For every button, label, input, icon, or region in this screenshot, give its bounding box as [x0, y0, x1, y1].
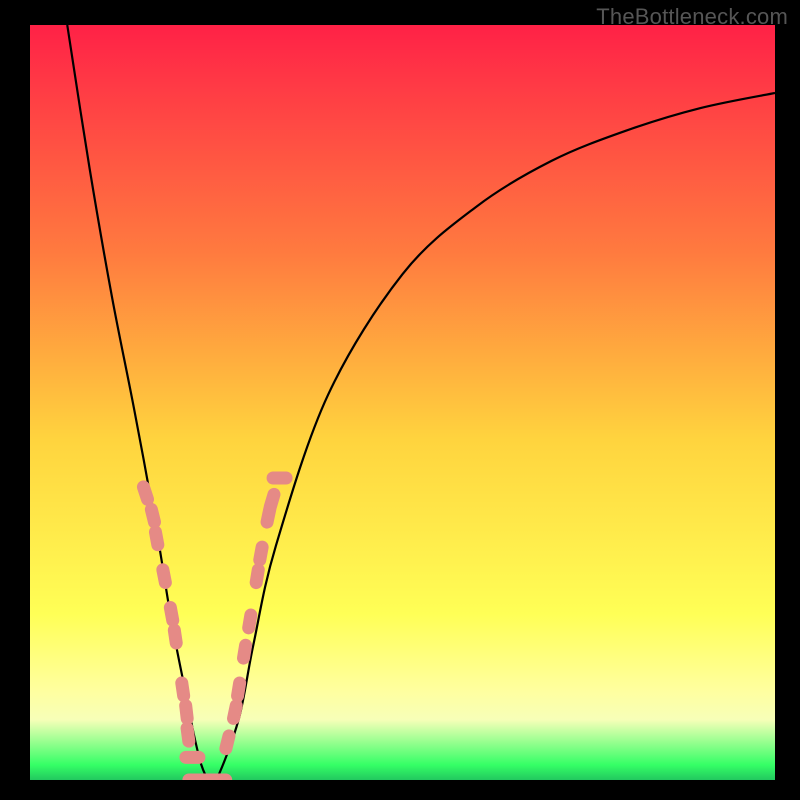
data-marker	[218, 728, 237, 756]
data-marker	[249, 562, 266, 590]
data-marker	[179, 698, 195, 725]
data-marker	[174, 676, 191, 704]
marker-layer-right	[218, 472, 293, 757]
data-marker	[262, 486, 282, 515]
data-marker	[180, 721, 196, 748]
data-marker	[230, 676, 247, 704]
data-marker	[167, 623, 184, 651]
data-marker	[148, 524, 166, 552]
data-marker	[252, 540, 270, 568]
plot-area	[30, 25, 775, 780]
curve-layer	[30, 25, 775, 780]
data-marker	[155, 562, 173, 590]
chart-frame: TheBottleneck.com	[0, 0, 800, 800]
data-marker	[144, 502, 163, 530]
data-marker	[226, 698, 244, 726]
data-marker	[179, 751, 205, 764]
data-marker	[163, 600, 181, 628]
data-marker	[206, 774, 232, 781]
bottleneck-curve	[67, 25, 775, 780]
data-marker	[267, 472, 293, 485]
marker-layer-bottom	[182, 774, 232, 781]
marker-layer-left	[135, 479, 205, 764]
bottleneck-curve-path	[67, 25, 775, 780]
